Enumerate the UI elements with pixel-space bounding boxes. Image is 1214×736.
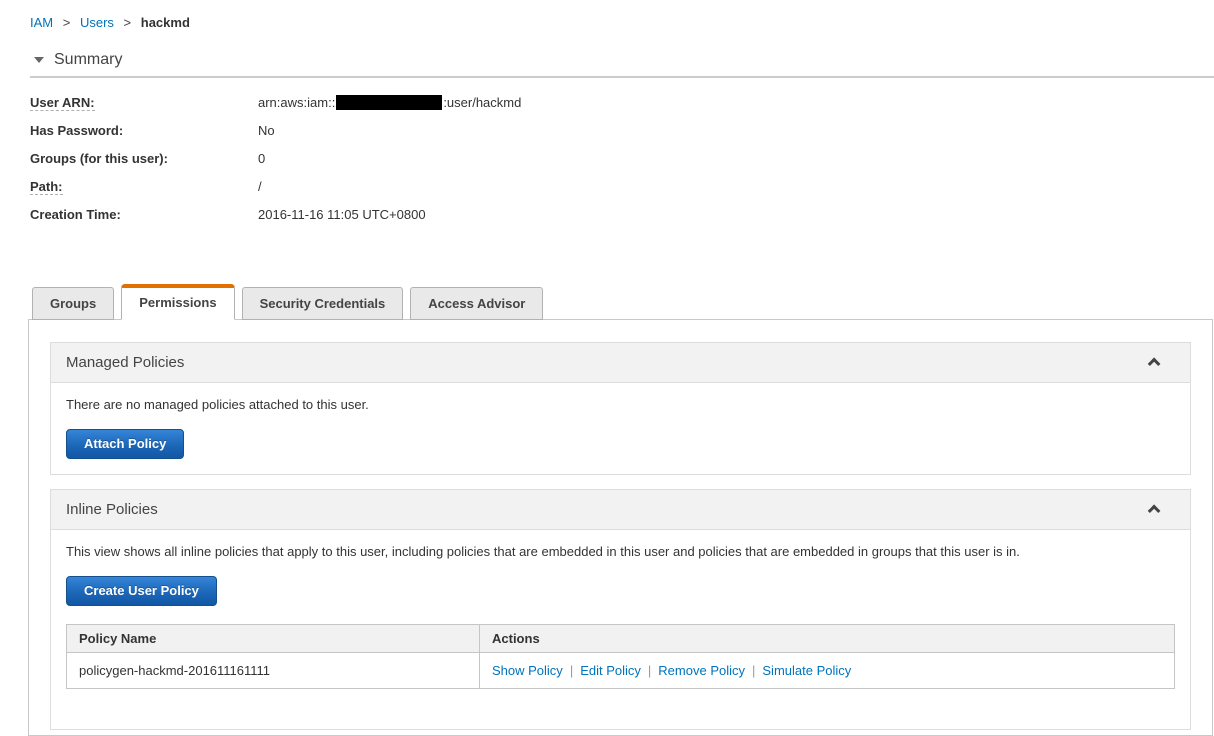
summary-title: Summary: [54, 51, 123, 68]
tab-bar: Groups Permissions Security Credentials …: [28, 284, 1214, 320]
managed-policies-header[interactable]: Managed Policies: [51, 343, 1190, 383]
action-separator: |: [647, 663, 652, 678]
breadcrumb-current-user: hackmd: [140, 15, 190, 30]
triangle-down-icon: [34, 57, 44, 63]
create-user-policy-button[interactable]: Create User Policy: [66, 576, 217, 606]
tab-groups[interactable]: Groups: [32, 287, 115, 320]
attach-policy-button[interactable]: Attach Policy: [66, 429, 185, 459]
groups-count-label: Groups (for this user):: [30, 151, 168, 166]
has-password-label: Has Password:: [30, 123, 124, 138]
actions-column-header: Actions: [479, 624, 1175, 653]
summary-section-toggle[interactable]: Summary: [34, 51, 1214, 69]
chevron-up-icon[interactable]: [1147, 504, 1161, 518]
breadcrumb-separator: >: [123, 15, 132, 30]
policy-name-cell: policygen-hackmd-201611161111: [66, 652, 480, 689]
tab-security-credentials[interactable]: Security Credentials: [241, 287, 404, 320]
inline-policies-table: Policy Name Actions policygen-hackmd-201…: [66, 624, 1175, 689]
permissions-panel: Managed Policies There are no managed po…: [28, 319, 1213, 736]
summary-divider: [30, 76, 1214, 78]
edit-policy-link[interactable]: Edit Policy: [580, 663, 641, 678]
managed-policies-title: Managed Policies: [66, 354, 185, 371]
action-separator: |: [569, 663, 574, 678]
breadcrumb-link-iam[interactable]: IAM: [30, 15, 53, 30]
tab-access-advisor[interactable]: Access Advisor: [410, 287, 544, 320]
page: IAM > Users > hackmd Summary User ARN: a…: [0, 15, 1214, 736]
inline-policies-title: Inline Policies: [66, 501, 158, 518]
breadcrumb: IAM > Users > hackmd: [30, 15, 1214, 30]
policy-name-column-header: Policy Name: [66, 624, 480, 653]
breadcrumb-link-users[interactable]: Users: [80, 15, 114, 30]
redacted-account-id: [336, 95, 443, 110]
summary-fields: User ARN: arn:aws:iam:::user/hackmd Has …: [30, 95, 1214, 235]
field-row-groups: Groups (for this user): 0: [30, 151, 1214, 179]
simulate-policy-link[interactable]: Simulate Policy: [762, 663, 851, 678]
inline-policies-header[interactable]: Inline Policies: [51, 490, 1190, 530]
managed-policies-empty-text: There are no managed policies attached t…: [66, 397, 369, 412]
table-row: policygen-hackmd-201611161111 Show Polic…: [66, 652, 1175, 689]
tab-permissions[interactable]: Permissions: [121, 284, 235, 320]
field-row-has-password: Has Password: No: [30, 123, 1214, 151]
user-arn-label: User ARN:: [30, 95, 95, 111]
managed-policies-section: Managed Policies There are no managed po…: [50, 342, 1191, 475]
chevron-up-icon[interactable]: [1147, 357, 1161, 371]
remove-policy-link[interactable]: Remove Policy: [658, 663, 745, 678]
groups-count-value: 0: [258, 151, 266, 166]
creation-time-label: Creation Time:: [30, 207, 121, 222]
path-value: /: [258, 179, 262, 194]
field-row-user-arn: User ARN: arn:aws:iam:::user/hackmd: [30, 95, 1214, 123]
action-separator: |: [752, 663, 756, 678]
breadcrumb-separator: >: [62, 15, 71, 30]
actions-cell: Show Policy | Edit Policy | Remove Policy | Si…: [479, 652, 1175, 689]
show-policy-link[interactable]: Show Policy: [492, 663, 563, 678]
inline-policies-description: This view shows all inline policies that…: [66, 544, 1020, 559]
table-header-row: Policy Name Actions: [66, 624, 1175, 653]
creation-time-value: 2016-11-16 11:05 UTC+0800: [258, 207, 426, 222]
has-password-value: No: [258, 123, 275, 138]
field-row-path: Path: /: [30, 179, 1214, 207]
inline-policies-section: Inline Policies This view shows all inli…: [50, 489, 1191, 730]
user-arn-value: arn:aws:iam:::user/hackmd: [258, 95, 522, 110]
field-row-creation-time: Creation Time: 2016-11-16 11:05 UTC+0800: [30, 207, 1214, 235]
path-label: Path:: [30, 179, 63, 195]
